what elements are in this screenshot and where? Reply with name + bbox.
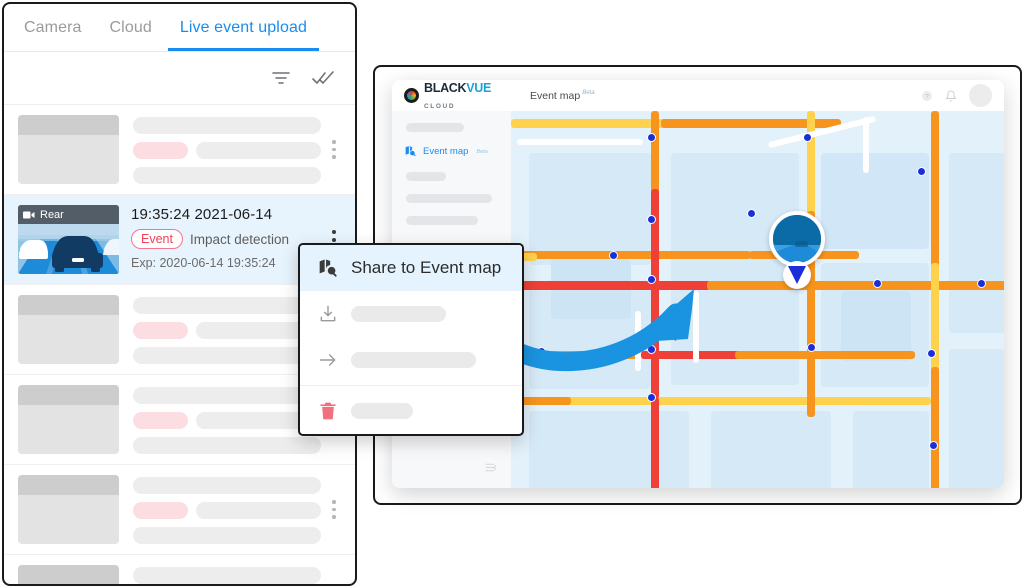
brand-black: BLACK: [424, 80, 467, 95]
text-placeholder: [133, 167, 321, 184]
text-placeholder: [133, 117, 321, 134]
tab-cloud[interactable]: Cloud: [96, 4, 166, 51]
menu-item-move[interactable]: [300, 337, 522, 383]
thumbnail-placeholder: [18, 475, 119, 544]
menu-divider: [300, 385, 522, 386]
video-camera-icon: [23, 211, 35, 218]
sidebar-placeholder: [406, 216, 478, 225]
thumbnail-placeholder: [18, 565, 119, 584]
badge-placeholder: [133, 142, 188, 159]
menu-item-label-placeholder: [351, 403, 413, 419]
event-info: 19:35:24 2021-06-14 Event Impact detecti…: [119, 205, 321, 270]
double-check-icon[interactable]: [311, 66, 335, 90]
row-menu-button[interactable]: [321, 500, 347, 519]
text-placeholder: [133, 387, 321, 404]
blackvue-lens-icon: [404, 88, 419, 103]
screenshot-root: BLACKVUE CLOUD Event map Beta ? Event ma…: [0, 0, 1024, 588]
status-badge: Event: [131, 229, 183, 249]
sidebar-item-event-map[interactable]: Event map Beta: [392, 145, 511, 158]
brand-vue: VUE: [466, 80, 492, 95]
menu-item-label-placeholder: [351, 306, 446, 322]
event-timestamp: 19:35:24 2021-06-14: [131, 206, 273, 223]
menu-item-share-to-event-map[interactable]: Share to Event map: [300, 245, 522, 291]
map-pin-share-icon: [319, 259, 337, 277]
filter-icon[interactable]: [269, 66, 293, 90]
collapse-sidebar-icon: [485, 463, 497, 472]
thumbnail-placeholder: [18, 385, 119, 454]
sidebar-collapse-button[interactable]: [392, 461, 511, 474]
row-menu-button[interactable]: [321, 140, 347, 159]
text-placeholder: [133, 297, 321, 314]
badge-placeholder: [133, 322, 188, 339]
thumbnail-placeholder: [18, 115, 119, 184]
download-icon: [320, 305, 336, 322]
map-window-header: BLACKVUE CLOUD Event map Beta ?: [392, 80, 1004, 111]
menu-item-download[interactable]: [300, 291, 522, 337]
map-event-marker[interactable]: [769, 211, 825, 289]
event-context-menu: Share to Event map: [298, 243, 524, 436]
map-window-actions: ?: [921, 84, 1004, 107]
menu-item-delete[interactable]: [300, 388, 522, 434]
tab-bar: Camera Cloud Live event upload: [4, 4, 355, 52]
text-placeholder: [196, 502, 321, 519]
camera-position-label: Rear: [40, 208, 64, 221]
beta-tag: Beta: [582, 90, 595, 96]
sidebar-placeholder: [406, 172, 446, 181]
sidebar-beta-tag: Beta: [476, 148, 488, 155]
text-placeholder: [196, 142, 321, 159]
event-thumbnail[interactable]: Rear: [18, 205, 119, 274]
marker-pin-tail: [783, 261, 811, 289]
sidebar-placeholder: [406, 194, 492, 203]
arrow-right-icon: [319, 354, 336, 366]
badge-placeholder: [133, 412, 188, 429]
thumbnail-placeholder: [18, 295, 119, 364]
tab-camera[interactable]: Camera: [10, 4, 96, 51]
text-placeholder: [133, 437, 321, 454]
menu-item-label-placeholder: [351, 352, 476, 368]
text-placeholder: [133, 347, 321, 364]
avatar[interactable]: [969, 84, 992, 107]
map-window-title: Event map Beta: [530, 89, 595, 102]
event-thumbnail-marker: [769, 211, 825, 267]
event-type-label: Impact detection: [189, 231, 290, 247]
text-placeholder: [133, 477, 321, 494]
tab-live-event-upload[interactable]: Live event upload: [166, 4, 321, 51]
badge-placeholder: [133, 502, 188, 519]
list-item[interactable]: [4, 105, 355, 195]
list-toolbar: [4, 52, 355, 105]
sidebar-item-label: Event map: [423, 146, 469, 157]
sidebar-placeholder: [406, 123, 464, 132]
help-icon[interactable]: ?: [921, 90, 933, 102]
brand-cloud: CLOUD: [424, 102, 456, 110]
blackvue-logo: BLACKVUE CLOUD: [392, 80, 520, 112]
text-placeholder: [133, 527, 321, 544]
map-pin-share-icon: [405, 146, 416, 157]
trash-icon: [320, 402, 336, 420]
event-expiry-label: Exp: 2020-06-14 19:35:24: [131, 256, 276, 270]
list-item[interactable]: [4, 555, 355, 584]
text-placeholder: [133, 567, 321, 584]
list-item[interactable]: [4, 465, 355, 555]
bell-icon[interactable]: [945, 90, 957, 102]
menu-item-label: Share to Event map: [351, 258, 502, 277]
